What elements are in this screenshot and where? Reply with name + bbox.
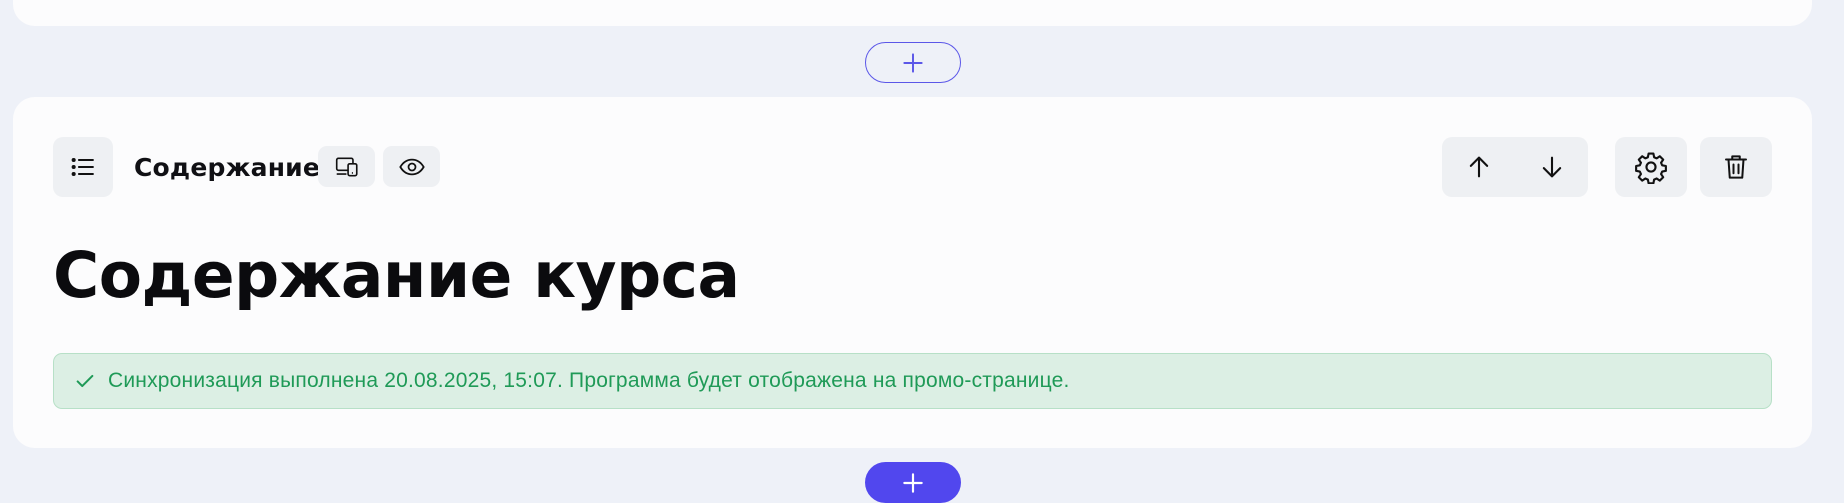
arrow-up-icon — [1469, 156, 1488, 178]
block-type-button[interactable] — [53, 137, 113, 197]
previous-block-card — [13, 0, 1812, 26]
move-up-button[interactable] — [1442, 137, 1515, 197]
plus-icon — [903, 52, 923, 73]
sync-status-banner: Синхронизация выполнена 20.08.2025, 15:0… — [53, 353, 1772, 409]
gear-icon — [1635, 152, 1667, 184]
trash-icon — [1725, 155, 1747, 179]
plus-icon — [903, 472, 923, 493]
sync-status-text: Синхронизация выполнена 20.08.2025, 15:0… — [108, 369, 1070, 392]
add-block-button-bottom[interactable] — [865, 462, 961, 503]
content-block-card: Содержание Содержание курса Синхронизаци… — [13, 97, 1812, 448]
delete-block-button[interactable] — [1700, 137, 1772, 197]
check-icon — [76, 374, 94, 388]
eye-icon — [398, 158, 425, 175]
add-block-button-top[interactable] — [865, 42, 961, 83]
preview-button[interactable] — [383, 146, 440, 187]
block-heading: Содержание курса — [53, 239, 740, 312]
devices-icon — [335, 157, 358, 176]
list-icon — [71, 157, 94, 177]
move-down-button[interactable] — [1515, 137, 1588, 197]
move-controls — [1442, 137, 1588, 197]
block-settings-button[interactable] — [1615, 137, 1687, 197]
arrow-down-icon — [1542, 156, 1561, 178]
device-visibility-button[interactable] — [318, 146, 375, 187]
block-label: Содержание — [134, 153, 321, 182]
